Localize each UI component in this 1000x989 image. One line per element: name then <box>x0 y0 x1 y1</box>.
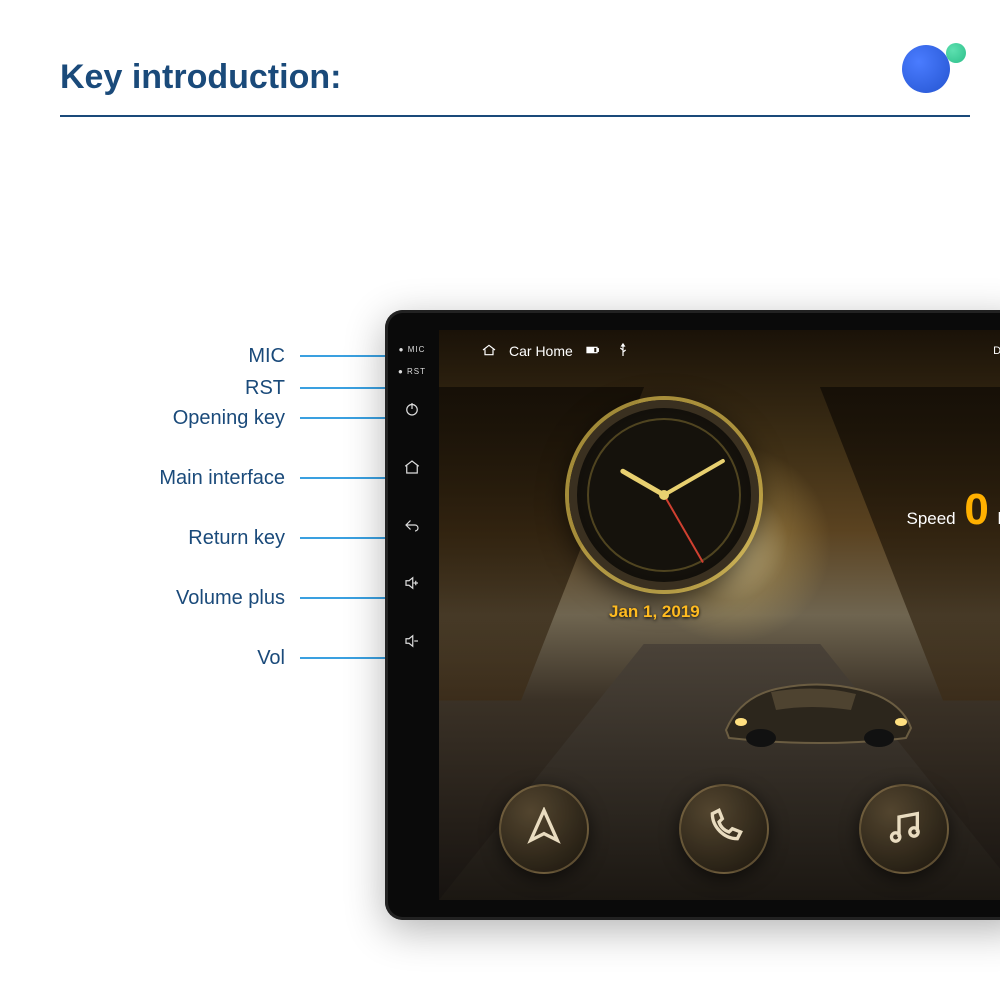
speed-widget: Speed 0 km/ <box>906 485 1000 535</box>
touchscreen[interactable]: Car Home DB/s Jan 1, 2019 Speed 0 km/ <box>439 330 1000 900</box>
app-dock <box>499 784 949 874</box>
background-trees <box>820 387 1000 701</box>
back-icon <box>403 516 421 539</box>
bezel-mic-label: ● MIC <box>399 338 426 360</box>
volume-down-icon <box>403 632 421 655</box>
speed-value: 0 <box>964 485 988 535</box>
label-vol: Vol <box>0 647 285 670</box>
car-graphic <box>711 660 921 750</box>
usb-icon <box>613 342 633 361</box>
back-button[interactable] <box>385 498 439 556</box>
speed-label: Speed <box>906 509 955 528</box>
navigation-app-button[interactable] <box>499 784 589 874</box>
page-title: Key introduction: <box>60 58 1000 97</box>
label-volume-plus: Volume plus <box>0 587 285 610</box>
clock-center <box>659 490 669 500</box>
bezel-button-strip: ● MIC ● RST <box>385 310 439 920</box>
label-mic: MIC <box>0 345 285 368</box>
label-rst: RST <box>0 377 285 400</box>
label-opening-key: Opening key <box>0 407 285 430</box>
bezel-rst-label: ● RST <box>398 360 426 382</box>
label-return-key: Return key <box>0 527 285 550</box>
volume-down-button[interactable] <box>385 614 439 672</box>
navigation-icon <box>524 807 564 852</box>
battery-icon <box>583 342 603 361</box>
app-title: Car Home <box>509 343 573 359</box>
clock-second-hand <box>663 495 704 564</box>
volume-up-icon <box>403 574 421 597</box>
status-bar: Car Home DB/s <box>439 336 1000 366</box>
data-rate: DB/s <box>993 345 1000 357</box>
phone-icon <box>704 807 744 852</box>
head-unit-device: ● MIC ● RST <box>385 310 1000 920</box>
label-main-interface: Main interface <box>0 467 285 490</box>
music-app-button[interactable] <box>859 784 949 874</box>
clock-minute-hand <box>663 458 726 496</box>
power-icon <box>403 400 421 423</box>
title-underline <box>60 115 970 117</box>
decorative-circles <box>902 45 970 98</box>
phone-app-button[interactable] <box>679 784 769 874</box>
volume-up-button[interactable] <box>385 556 439 614</box>
power-button[interactable] <box>385 382 439 440</box>
home-outline-icon <box>479 342 499 361</box>
home-button[interactable] <box>385 440 439 498</box>
home-icon <box>403 458 421 481</box>
music-icon <box>884 807 924 852</box>
date-display: Jan 1, 2019 <box>609 602 700 622</box>
analog-clock[interactable] <box>569 400 759 590</box>
